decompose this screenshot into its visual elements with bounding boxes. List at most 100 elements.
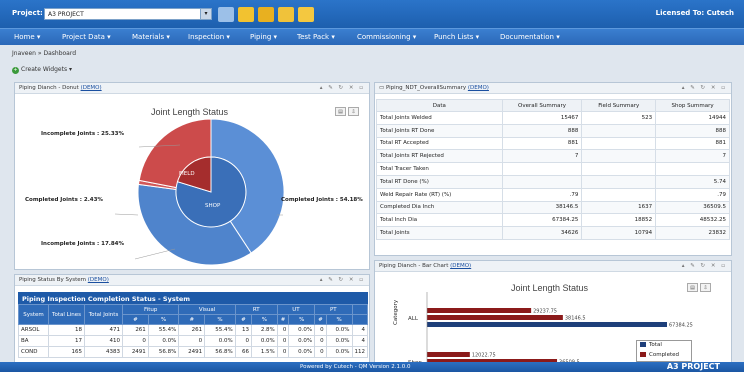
label-incomplete-shop: Incomplete Joints : 17.84% xyxy=(41,241,125,247)
table-cell: 17 xyxy=(48,335,85,347)
menu-inspection[interactable]: Inspection ▾ xyxy=(188,33,230,41)
table-cell: 48532.25 xyxy=(655,213,730,228)
table-row: Completed Dia Inch 38146.5 1637 36509.5 xyxy=(376,200,730,215)
table-cell: Total Joints RT Rejected xyxy=(376,149,503,164)
main-menu: Home ▾ Project Data ▾ Materials ▾ Inspec… xyxy=(0,28,744,45)
col-header: Data xyxy=(376,99,503,112)
table-row: Total Inch Dia 67384.25 18852 48532.25 xyxy=(376,213,730,228)
col-header: Fitup xyxy=(121,304,180,315)
sub-header: % xyxy=(288,314,316,325)
print-icon[interactable]: ▤ xyxy=(687,283,698,292)
table-row: Total Joints 34626 10794 23832 xyxy=(376,226,730,240)
table-row: Total Tracer Taken xyxy=(376,162,730,176)
label-completed-shop: Completed Joints : 54.18% xyxy=(281,197,363,203)
table-cell: 14944 xyxy=(655,111,730,125)
panel-controls[interactable]: ▴ ✎ ↻ ✕ ▫ xyxy=(682,263,727,269)
table-cell: 10794 xyxy=(581,226,657,240)
col-header: Visual xyxy=(178,304,236,315)
panel-controls[interactable]: ▴ ✎ ↻ ✕ ▫ xyxy=(682,85,727,91)
table-cell xyxy=(581,187,657,202)
col-header: System xyxy=(18,304,49,325)
menu-materials[interactable]: Materials ▾ xyxy=(132,33,170,41)
table-cell: 0 xyxy=(314,346,327,358)
table-row: Total RT Accepted 881 881 xyxy=(376,136,730,151)
hand-icon[interactable] xyxy=(238,7,254,22)
menu-documentation[interactable]: Documentation ▾ xyxy=(500,33,560,41)
menu-project-data[interactable]: Project Data ▾ xyxy=(62,33,111,41)
panel-controls[interactable]: ▴ ✎ ↻ ✕ ▫ xyxy=(320,85,365,91)
sub-header: # xyxy=(234,314,253,325)
tools-icon[interactable] xyxy=(258,7,274,22)
table-cell: 0 xyxy=(276,346,290,358)
table-cell: Total Joints xyxy=(376,226,503,240)
table-cell: 56.8% xyxy=(147,346,180,358)
legend-item-total: Total xyxy=(637,341,691,351)
demo-link[interactable]: (DEMO) xyxy=(450,263,471,269)
create-widgets-button[interactable]: + Create Widgets ▾ xyxy=(12,66,72,74)
col-header: Shop Summary xyxy=(655,99,730,112)
project-value: A3 PROJECT xyxy=(48,11,84,18)
col-header: RT xyxy=(234,304,278,315)
table-cell: 2491 xyxy=(178,346,206,358)
donut-panel: Piping Dianch - Donut (DEMO) ▴ ✎ ↻ ✕ ▫ Jo… xyxy=(14,82,370,270)
sub-header: % xyxy=(251,314,278,325)
demo-link[interactable]: (DEMO) xyxy=(468,85,489,91)
table-cell: 18 xyxy=(48,324,85,336)
menu-home[interactable]: Home ▾ xyxy=(14,33,40,41)
chart-title: Joint Length Status xyxy=(511,283,589,293)
table-row: Total Joints Welded 15467 523 14944 xyxy=(376,111,730,125)
legend-item-completed: Completed xyxy=(637,351,691,361)
menu-test-pack[interactable]: Test Pack ▾ xyxy=(297,33,335,41)
window-icon: ▭ xyxy=(379,85,385,91)
table-cell xyxy=(581,149,657,164)
table-cell xyxy=(581,174,657,189)
table-cell: 5.74 xyxy=(655,174,730,189)
menu-commissioning[interactable]: Commissioning ▾ xyxy=(357,33,416,41)
demo-link[interactable]: (DEMO) xyxy=(81,85,102,91)
chevron-down-icon[interactable]: ▾ xyxy=(200,9,211,19)
table-cell: 4 xyxy=(351,335,368,347)
status-table: System Total Lines Total Joints Fitup Vi… xyxy=(18,304,368,358)
panel-controls[interactable]: ▴ ✎ ↻ ✕ ▫ xyxy=(320,277,365,283)
table-cell: ARSOL xyxy=(18,324,49,336)
menu-piping[interactable]: Piping ▾ xyxy=(250,33,277,41)
table-cell: 0.0% xyxy=(251,335,278,347)
table-cell: 66 xyxy=(234,346,253,358)
project-select[interactable]: A3 PROJECT ▾ xyxy=(44,8,212,20)
menu-punch-lists[interactable]: Punch Lists ▾ xyxy=(434,33,479,41)
table-row: Total Joints RT Rejected 7 7 xyxy=(376,149,730,164)
footer-project: A3 PROJECT xyxy=(666,362,720,371)
footer: Powered by Cutech - QM Version 2.1.0.0 A… xyxy=(0,362,744,372)
table-cell: 0.0% xyxy=(325,324,353,336)
table-cell: 13 xyxy=(234,324,253,336)
sub-header: # xyxy=(276,314,290,325)
top-bar: Project: A3 PROJECT ▾ Licensed To: Cutech xyxy=(0,0,744,28)
col-header: Total Lines xyxy=(48,304,85,325)
col-header: UT xyxy=(276,304,316,315)
table-cell: .79 xyxy=(655,187,730,202)
table-cell: 56.8% xyxy=(204,346,236,358)
lock-icon[interactable] xyxy=(298,7,314,22)
table-cell xyxy=(655,162,730,176)
table-cell: 261 xyxy=(122,324,149,336)
table-cell: 36509.5 xyxy=(655,200,730,215)
flow-icon[interactable] xyxy=(278,7,294,22)
col-header: PT xyxy=(314,304,353,315)
table-row: Weld Repair Rate (RT) (%) .79.79 xyxy=(376,187,730,202)
table-cell: 4383 xyxy=(84,346,123,358)
table-cell: 410 xyxy=(84,335,123,347)
panel-header: Piping Dianch - Bar Chart (DEMO) ▴ ✎ ↻ ✕ … xyxy=(375,261,731,272)
table-cell: 23832 xyxy=(655,226,730,240)
sub-header: # xyxy=(178,314,206,325)
table-cell: 2.8% xyxy=(251,324,278,336)
table-cell: 0.0% xyxy=(325,335,353,347)
table-cell: 0 xyxy=(234,335,253,347)
monitor-icon[interactable] xyxy=(218,7,234,22)
table-cell: 0 xyxy=(314,335,327,347)
table-cell: Total Inch Dia xyxy=(376,213,503,228)
label-incomplete-field: Incomplete Joints : 25.33% xyxy=(41,131,125,137)
table-cell xyxy=(501,174,583,189)
summary-table: Data Overall Summary Field Summary Shop … xyxy=(376,99,730,240)
demo-link[interactable]: (DEMO) xyxy=(88,277,109,283)
download-icon[interactable]: ⇩ xyxy=(700,283,711,292)
